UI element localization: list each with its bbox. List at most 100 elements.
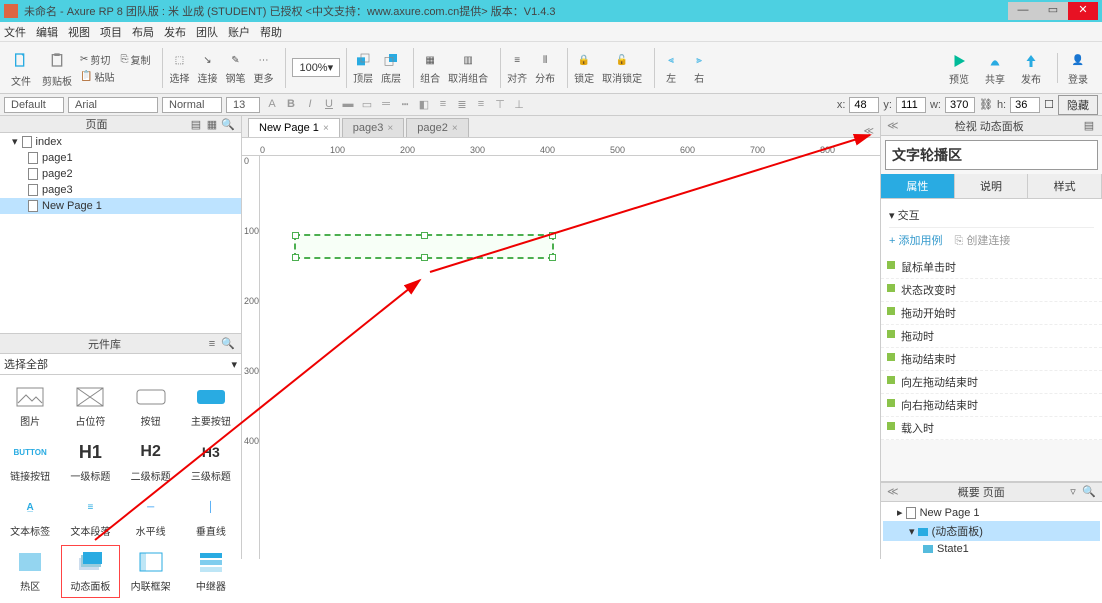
toolbar-lock[interactable]: 🔒锁定 — [574, 50, 594, 85]
menu-file[interactable]: 文件 — [4, 24, 26, 40]
border-width-button[interactable]: ═ — [378, 98, 394, 111]
page-node-page3[interactable]: page3 — [0, 182, 241, 198]
inspector-settings-button[interactable]: ▤ — [1082, 119, 1096, 133]
close-icon[interactable]: × — [387, 123, 393, 134]
toolbar-align-right[interactable]: ⫸右 — [689, 50, 709, 85]
align-left-button[interactable]: ≡ — [435, 98, 451, 111]
library-select-dropdown[interactable]: 选择全部▾ — [0, 354, 241, 375]
tab-page2[interactable]: page2× — [406, 118, 468, 137]
close-icon[interactable]: × — [323, 123, 329, 134]
lib-item-repeater[interactable]: 中继器 — [181, 544, 241, 599]
align-center-button[interactable]: ≣ — [454, 98, 470, 111]
border-style-button[interactable]: ┅ — [397, 98, 413, 111]
tab-newpage1[interactable]: New Page 1× — [248, 118, 340, 137]
toolbar-cut[interactable]: ✂ 剪切 — [80, 52, 114, 67]
toolbar-pen[interactable]: ✎钢笔 — [225, 50, 245, 85]
h-input[interactable] — [1010, 97, 1040, 113]
lib-item-link-button[interactable]: BUTTON链接按钮 — [0, 434, 60, 489]
lib-item-iframe[interactable]: 内联框架 — [121, 544, 181, 599]
lib-item-hline[interactable]: ─水平线 — [121, 489, 181, 544]
menu-layout[interactable]: 布局 — [132, 24, 154, 40]
menu-team[interactable]: 团队 — [196, 24, 218, 40]
toolbar-distribute[interactable]: ⫴分布 — [535, 50, 555, 85]
event-on-load[interactable]: 载入时 — [881, 417, 1102, 440]
outline-filter-button[interactable]: ▿ — [1066, 485, 1080, 499]
lib-item-hotspot[interactable]: 热区 — [0, 544, 60, 599]
underline-button[interactable]: U — [321, 98, 337, 111]
text-color-button[interactable]: A — [264, 98, 280, 111]
toolbar-group[interactable]: ▦组合 — [420, 50, 440, 85]
lib-item-h2[interactable]: H2二级标题 — [121, 434, 181, 489]
inspector-tab-notes[interactable]: 说明 — [955, 174, 1029, 198]
selected-dynamic-panel[interactable] — [294, 234, 554, 259]
tab-page3[interactable]: page3× — [342, 118, 404, 137]
outline-root[interactable]: ▸ New Page 1 — [883, 504, 1100, 521]
add-page-button[interactable]: ▤ — [189, 117, 203, 131]
event-on-state-change[interactable]: 状态改变时 — [881, 279, 1102, 302]
toolbar-send-back[interactable]: 底层 — [381, 50, 401, 85]
style-preset-dropdown[interactable]: Default — [4, 97, 64, 113]
toolbar-clipboard[interactable]: 剪贴板 — [42, 47, 72, 88]
inspector-tab-properties[interactable]: 属性 — [881, 174, 955, 198]
window-minimize-button[interactable]: — — [1008, 2, 1038, 20]
event-on-drag[interactable]: 拖动时 — [881, 325, 1102, 348]
y-input[interactable] — [896, 97, 926, 113]
font-family-dropdown[interactable]: Arial — [68, 97, 158, 113]
lib-item-vline[interactable]: │垂直线 — [181, 489, 241, 544]
inspector-tab-style[interactable]: 样式 — [1028, 174, 1102, 198]
toolbar-select[interactable]: ⬚选择 — [169, 50, 189, 85]
fill-color-button[interactable]: ▬ — [340, 98, 356, 111]
toolbar-login[interactable]: 👤登录 — [1068, 51, 1088, 86]
library-search-button[interactable]: 🔍 — [221, 337, 235, 351]
lib-item-dynamic-panel[interactable]: 动态面板 — [60, 544, 120, 599]
menu-account[interactable]: 账户 — [228, 24, 250, 40]
bold-button[interactable]: B — [283, 98, 299, 111]
window-close-button[interactable]: ✕ — [1068, 2, 1098, 20]
page-node-page1[interactable]: page1 — [0, 150, 241, 166]
event-on-drag-right-end[interactable]: 向右拖动结束时 — [881, 394, 1102, 417]
lib-item-button[interactable]: 按钮 — [121, 379, 181, 434]
menu-edit[interactable]: 编辑 — [36, 24, 58, 40]
zoom-dropdown[interactable]: 100% ▾ — [292, 58, 340, 77]
menu-project[interactable]: 项目 — [100, 24, 122, 40]
window-maximize-button[interactable]: ▭ — [1038, 2, 1068, 20]
toolbar-file[interactable]: 文件 — [8, 47, 34, 88]
menu-publish[interactable]: 发布 — [164, 24, 186, 40]
hidden-checkbox[interactable]: ☐ — [1044, 98, 1054, 111]
page-node-page2[interactable]: page2 — [0, 166, 241, 182]
lib-item-h1[interactable]: H1一级标题 — [60, 434, 120, 489]
toolbar-align[interactable]: ≡对齐 — [507, 50, 527, 85]
font-weight-dropdown[interactable]: Normal — [162, 97, 222, 113]
page-node-index[interactable]: ▾index — [0, 133, 241, 150]
widget-name-input[interactable]: 文字轮播区 — [885, 140, 1098, 170]
lib-item-label[interactable]: A̲文本标签 — [0, 489, 60, 544]
lib-item-primary-button[interactable]: 主要按钮 — [181, 379, 241, 434]
x-input[interactable] — [849, 97, 879, 113]
event-on-click[interactable]: 鼠标单击时 — [881, 256, 1102, 279]
w-input[interactable] — [945, 97, 975, 113]
toolbar-preview[interactable]: 预览 — [949, 51, 969, 86]
toolbar-more[interactable]: ⋯更多 — [253, 50, 273, 85]
valign-top-button[interactable]: ⊤ — [492, 98, 508, 111]
toolbar-share[interactable]: 共享 — [985, 51, 1005, 86]
search-pages-button[interactable]: 🔍 — [221, 117, 235, 131]
lib-item-paragraph[interactable]: ≡文本段落 — [60, 489, 120, 544]
menu-view[interactable]: 视图 — [68, 24, 90, 40]
close-icon[interactable]: × — [452, 123, 458, 134]
canvas[interactable] — [260, 156, 880, 559]
event-on-drag-end[interactable]: 拖动结束时 — [881, 348, 1102, 371]
toolbar-paste[interactable]: 📋 粘贴 — [80, 69, 114, 84]
toolbar-publish[interactable]: 发布 — [1021, 51, 1041, 86]
toolbar-align-left[interactable]: ⫷左 — [661, 50, 681, 85]
hide-button[interactable]: 隐藏 — [1058, 95, 1098, 115]
valign-middle-button[interactable]: ⊥ — [511, 98, 527, 111]
toolbar-connect[interactable]: ↘连接 — [197, 50, 217, 85]
toolbar-copy[interactable]: ⎘ 复制 — [120, 52, 150, 67]
align-right-button[interactable]: ≡ — [473, 98, 489, 111]
toolbar-bring-front[interactable]: 顶层 — [353, 50, 373, 85]
lock-ratio-icon[interactable]: ⛓ — [979, 98, 993, 111]
add-case-button[interactable]: + 添加用例 — [889, 232, 942, 248]
lib-item-h3[interactable]: H3三级标题 — [181, 434, 241, 489]
lib-item-placeholder[interactable]: 占位符 — [60, 379, 120, 434]
toolbar-ungroup[interactable]: ▥取消组合 — [448, 50, 488, 85]
